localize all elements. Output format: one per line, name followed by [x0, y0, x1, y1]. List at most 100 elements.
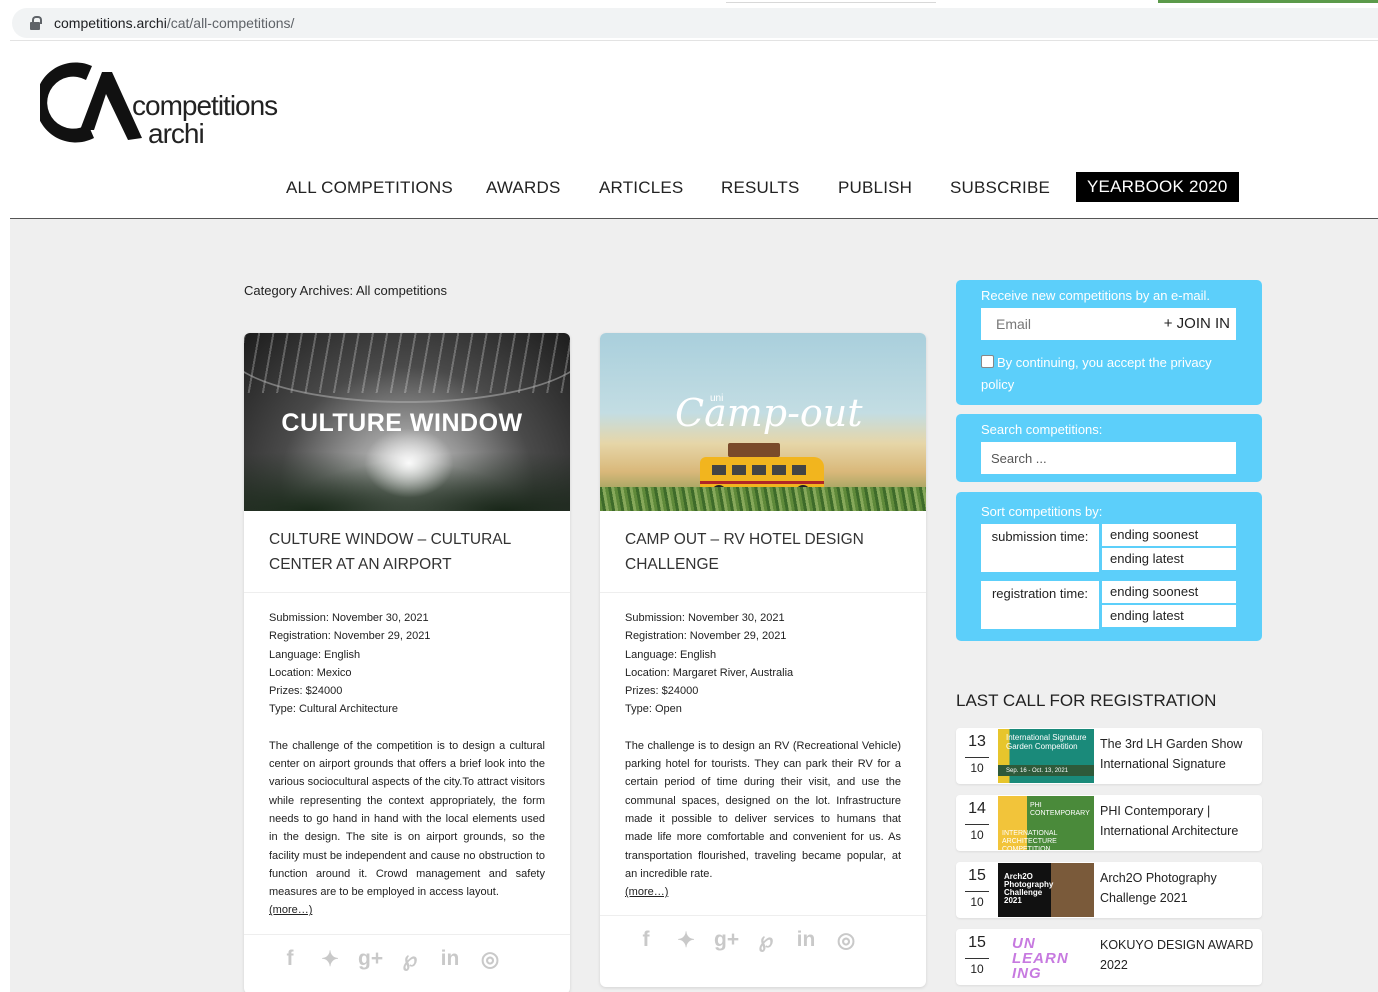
more-link[interactable]: (more…)	[625, 883, 668, 901]
competition-image-culture-window[interactable]: CULTURE WINDOW	[244, 333, 570, 511]
sort-widget: Sort competitions by: submission time: e…	[956, 492, 1262, 641]
bus-window	[792, 465, 806, 475]
thumbnail-dates: Sep. 16 - Oct. 13, 2021	[998, 765, 1094, 776]
date-divider	[965, 958, 989, 959]
thumbnail-text: PHI CONTEMPORARY	[1030, 802, 1090, 817]
date-divider	[965, 824, 989, 825]
twitter-icon[interactable]: ✦	[674, 928, 698, 975]
thumbnail-text: Arch2O Photography Challenge 2021	[1004, 872, 1054, 905]
competition-link[interactable]: Arch2O Photography Challenge 2021	[1100, 868, 1260, 908]
sort-registration-soonest[interactable]: ending soonest	[1102, 581, 1236, 603]
pinterest-icon[interactable]: ℘	[754, 928, 778, 975]
meta-submission: Submission: November 30, 2021	[625, 612, 785, 624]
bus-window	[732, 465, 746, 475]
last-call-heading: LAST CALL FOR REGISTRATION	[956, 691, 1217, 710]
subscribe-widget: Receive new competitions by an e-mail. +…	[956, 280, 1262, 405]
sort-registration-latest[interactable]: ending latest	[1102, 605, 1236, 627]
sort-label-registration: registration time:	[981, 581, 1099, 629]
instagram-icon[interactable]: ◎	[834, 928, 858, 975]
sort-row-submission: submission time: ending soonest ending l…	[981, 524, 1237, 572]
browser-tab-active-indicator[interactable]	[1158, 0, 1378, 3]
image-roof-luggage	[728, 443, 780, 457]
competition-link[interactable]: KOKUYO DESIGN AWARD 2022	[1100, 935, 1260, 975]
meta-type: Type: Cultural Architecture	[269, 703, 399, 716]
twitter-icon[interactable]: ✦	[318, 947, 342, 992]
google-plus-icon[interactable]: g+	[714, 928, 739, 975]
image-grass	[600, 487, 926, 511]
thumbnail-subtext: INTERNATIONAL ARCHITECTURE COMPETITION	[1002, 830, 1058, 850]
last-call-item[interactable]: 15 10 Arch2O Photography Challenge 2021 …	[956, 862, 1262, 918]
description-text: The challenge of the competition is to d…	[269, 739, 545, 899]
lock-icon[interactable]	[30, 16, 42, 30]
google-plus-icon[interactable]: g+	[358, 947, 383, 992]
share-bar: f ✦ g+ ℘ in ◎	[600, 915, 926, 975]
image-title-text: Camp-out	[675, 391, 863, 435]
search-input[interactable]	[981, 442, 1236, 474]
sort-row-registration: registration time: ending soonest ending…	[981, 581, 1237, 629]
address-bar[interactable]: competitions.archi/cat/all-competitions/	[12, 8, 1378, 38]
meta-type: Type: Open	[625, 703, 682, 716]
nav-results[interactable]: RESULTS	[721, 178, 800, 198]
site-logo[interactable]: competitions archi	[40, 60, 280, 150]
last-call-item[interactable]: 13 10 International Signature Garden Com…	[956, 728, 1262, 784]
nav-publish[interactable]: PUBLISH	[838, 178, 912, 198]
nav-yearbook-2020[interactable]: YEARBOOK 2020	[1076, 172, 1239, 202]
deadline-day: 15	[968, 934, 986, 951]
consent-text[interactable]: By continuing, you accept the privacy po…	[981, 355, 1212, 392]
last-call-item[interactable]: 15 10 UN LEARN ING KOKUYO DESIGN AWARD 2…	[956, 929, 1262, 985]
competition-thumbnail[interactable]: International Signature Garden Competiti…	[998, 729, 1094, 783]
image-title-text: CULTURE WINDOW	[281, 409, 523, 437]
deadline-month: 10	[970, 761, 984, 775]
sort-label-submission: submission time:	[981, 524, 1099, 572]
instagram-icon[interactable]: ◎	[478, 947, 502, 992]
competition-title-link[interactable]: CULTURE WINDOW – CULTURAL CENTER AT AN A…	[244, 511, 570, 593]
date-divider	[965, 757, 989, 758]
email-row: + JOIN IN	[981, 308, 1236, 340]
nav-articles[interactable]: ARTICLES	[599, 178, 683, 198]
last-call-item[interactable]: 14 10 PHI CONTEMPORARY INTERNATIONAL ARC…	[956, 795, 1262, 851]
browser-tab[interactable]	[726, 0, 936, 3]
sort-submission-soonest[interactable]: ending soonest	[1102, 524, 1236, 546]
bus-window	[712, 465, 726, 475]
bus-stripe	[700, 481, 824, 484]
consent-checkbox[interactable]	[981, 355, 994, 368]
sort-caption: Sort competitions by:	[981, 504, 1103, 519]
competition-thumbnail[interactable]: UN LEARN ING	[998, 930, 1094, 984]
nav-awards[interactable]: AWARDS	[486, 178, 561, 198]
linkedin-icon[interactable]: in	[794, 928, 818, 975]
competition-thumbnail[interactable]: PHI CONTEMPORARY INTERNATIONAL ARCHITECT…	[998, 796, 1094, 850]
linkedin-icon[interactable]: in	[438, 947, 462, 992]
page-title: Category Archives: All competitions	[244, 283, 448, 298]
meta-prizes: Prizes: $24000	[269, 685, 343, 698]
thumbnail-text: UN LEARN ING	[1012, 935, 1069, 982]
sort-options: ending soonest ending latest	[1102, 524, 1236, 572]
competition-image-camp-out[interactable]: Camp-out uni	[600, 333, 926, 511]
url-path: /cat/all-competitions/	[166, 15, 295, 31]
meta-location: Location: Margaret River, Australia	[625, 666, 794, 679]
facebook-icon[interactable]: f	[278, 947, 302, 992]
sort-submission-latest[interactable]: ending latest	[1102, 548, 1236, 570]
date-divider	[965, 891, 989, 892]
email-field[interactable]	[981, 308, 1151, 340]
competition-link[interactable]: PHI Contemporary | International Archite…	[1100, 801, 1260, 841]
competition-description: The challenge is to design an RV (Recrea…	[600, 719, 926, 902]
competition-description: The challenge of the competition is to d…	[244, 719, 570, 920]
competition-thumbnail[interactable]: Arch2O Photography Challenge 2021	[998, 863, 1094, 917]
bus-window	[772, 465, 786, 475]
nav-all-competitions[interactable]: ALL COMPETITIONS	[286, 178, 453, 198]
sort-options: ending soonest ending latest	[1102, 581, 1236, 629]
deadline-month: 10	[970, 895, 984, 909]
meta-registration: Registration: November 29, 2021	[269, 630, 431, 643]
privacy-consent: By continuing, you accept the privacy po…	[981, 352, 1237, 396]
search-caption: Search competitions:	[981, 422, 1103, 437]
more-link[interactable]: (more…)	[269, 901, 312, 919]
facebook-icon[interactable]: f	[634, 928, 658, 975]
join-in-button[interactable]: + JOIN IN	[1164, 315, 1230, 332]
competition-link[interactable]: The 3rd LH Garden Show International Sig…	[1100, 734, 1260, 774]
pinterest-icon[interactable]: ℘	[398, 947, 422, 992]
bus-window	[752, 465, 766, 475]
deadline-day: 15	[968, 867, 986, 884]
competition-title-link[interactable]: CAMP OUT – RV HOTEL DESIGN CHALLENGE	[600, 511, 926, 593]
browser-tab-strip	[0, 0, 1378, 8]
nav-subscribe[interactable]: SUBSCRIBE	[950, 178, 1050, 198]
